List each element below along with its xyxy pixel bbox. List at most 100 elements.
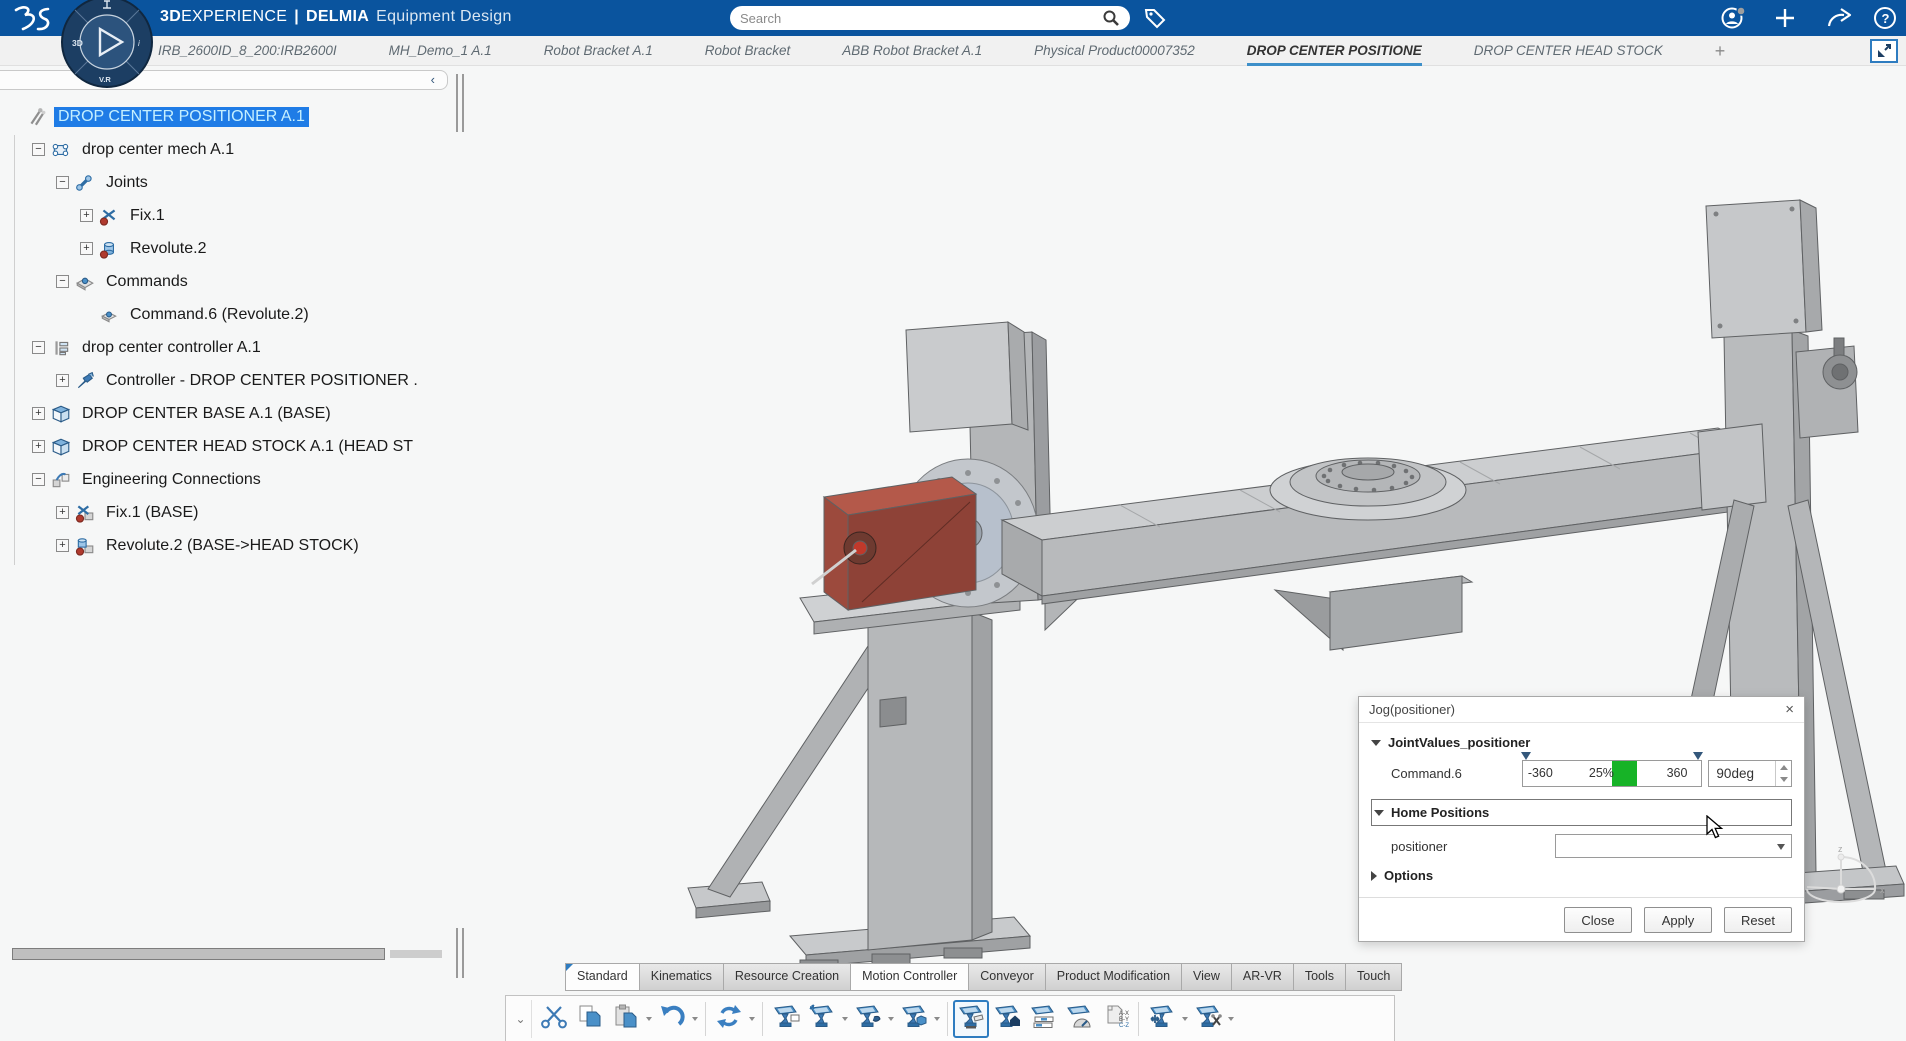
travel-limits-button[interactable] xyxy=(1025,1000,1061,1038)
tree-node-label[interactable]: Revolute.2 (BASE->HEAD STOCK) xyxy=(102,536,363,556)
expand-node-icon[interactable]: + xyxy=(80,242,93,255)
document-tab-2[interactable]: MH_Demo_1 A.1 xyxy=(389,36,492,66)
dropdown-arrow-icon[interactable] xyxy=(840,1000,850,1038)
tools-root-icon[interactable] xyxy=(27,107,47,127)
command-icon[interactable] xyxy=(99,305,119,325)
tree-node-label[interactable]: Joints xyxy=(102,173,152,193)
commands-icon[interactable] xyxy=(75,272,95,292)
cut-button[interactable] xyxy=(536,1000,572,1038)
mechanism-manager-button[interactable] xyxy=(768,1000,804,1038)
document-tab-5[interactable]: ABB Robot Bracket A.1 xyxy=(842,36,982,66)
workbench-tab-ar-vr[interactable]: AR-VR xyxy=(1231,963,1293,991)
expand-node-icon[interactable]: + xyxy=(32,440,45,453)
dropdown-arrow-icon[interactable] xyxy=(747,1000,757,1038)
dropdown-arrow-icon[interactable] xyxy=(1180,1000,1190,1038)
user-profile-button[interactable] xyxy=(1718,4,1748,32)
slider-handle[interactable] xyxy=(1612,761,1637,786)
document-tab-8[interactable]: DROP CENTER HEAD STOCK xyxy=(1474,36,1663,66)
expand-node-icon[interactable]: + xyxy=(32,407,45,420)
collapse-node-icon[interactable]: − xyxy=(56,176,69,189)
controller-icon[interactable] xyxy=(51,338,71,358)
apply-button[interactable]: Apply xyxy=(1644,907,1712,933)
tree-node-label[interactable]: Command.6 (Revolute.2) xyxy=(126,305,313,325)
tree-node-label[interactable]: Controller - DROP CENTER POSITIONER . xyxy=(102,371,422,391)
product-cube-icon[interactable] xyxy=(51,437,71,457)
revolute-connection-icon[interactable] xyxy=(75,536,95,556)
tree-node-label[interactable]: DROP CENTER BASE A.1 (BASE) xyxy=(78,404,335,424)
workbench-tab-kinematics[interactable]: Kinematics xyxy=(639,963,723,991)
expand-node-icon[interactable]: + xyxy=(56,506,69,519)
3dexperience-compass[interactable]: 3D V.R i xyxy=(60,0,154,89)
toolbar-collapse-button[interactable]: ⌄ xyxy=(510,1000,532,1038)
panel-splitter-bottom[interactable] xyxy=(456,928,466,978)
collapse-node-icon[interactable]: − xyxy=(56,275,69,288)
tree-node-label[interactable]: drop center controller A.1 xyxy=(78,338,265,358)
tree-node-label[interactable]: DROP CENTER HEAD STOCK A.1 (HEAD ST xyxy=(78,437,417,457)
tree-node-label[interactable]: Fix.1 xyxy=(126,206,169,226)
paste-button[interactable] xyxy=(608,1000,644,1038)
update-button[interactable] xyxy=(711,1000,747,1038)
tree-node-label[interactable]: drop center mech A.1 xyxy=(78,140,238,160)
dialog-close-button[interactable]: × xyxy=(1785,702,1794,717)
spinner-down-button[interactable] xyxy=(1776,774,1791,787)
tag-icon[interactable] xyxy=(1142,5,1168,31)
home-position-dropdown[interactable] xyxy=(1555,834,1792,858)
collapse-node-icon[interactable]: − xyxy=(32,143,45,156)
axis-values-button[interactable]: A-XB-YC-Z xyxy=(1097,1000,1133,1038)
robot-move-button[interactable] xyxy=(1144,1000,1180,1038)
dropdown-arrow-icon[interactable] xyxy=(644,1000,654,1038)
workbench-tab-product-modification[interactable]: Product Modification xyxy=(1045,963,1181,991)
compass-vr-quadrant[interactable]: V.R xyxy=(99,75,111,84)
collapse-node-icon[interactable]: − xyxy=(32,341,45,354)
robot-home-button[interactable] xyxy=(989,1000,1025,1038)
expand-node-icon[interactable]: + xyxy=(56,374,69,387)
expand-node-icon[interactable]: + xyxy=(80,209,93,222)
tree-node-label[interactable]: DROP CENTER POSITIONER A.1 xyxy=(54,107,309,127)
document-tab-6[interactable]: Physical Product00007352 xyxy=(1034,36,1195,66)
new-mechanism-button[interactable] xyxy=(804,1000,840,1038)
workbench-tab-standard[interactable]: Standard xyxy=(565,963,639,991)
workbench-tab-motion-controller[interactable]: Motion Controller xyxy=(850,963,968,991)
robot-cube-button[interactable] xyxy=(896,1000,932,1038)
revolute-joint-icon[interactable] xyxy=(99,239,119,259)
collapse-node-icon[interactable]: − xyxy=(32,473,45,486)
fix-connection-icon[interactable] xyxy=(75,503,95,523)
add-content-button[interactable] xyxy=(1770,4,1800,32)
tree-node-label[interactable]: Revolute.2 xyxy=(126,239,211,259)
fix-joint-icon[interactable] xyxy=(99,206,119,226)
search-icon[interactable] xyxy=(1102,9,1120,27)
workbench-tab-view[interactable]: View xyxy=(1181,963,1231,991)
undo-button[interactable] xyxy=(654,1000,690,1038)
share-button[interactable] xyxy=(1824,4,1854,32)
workbench-tab-touch[interactable]: Touch xyxy=(1345,963,1402,991)
tree-horizontal-scrollbar[interactable] xyxy=(8,946,448,962)
connections-icon[interactable] xyxy=(51,470,71,490)
dropdown-arrow-icon[interactable] xyxy=(932,1000,942,1038)
document-tab-4[interactable]: Robot Bracket xyxy=(705,36,791,66)
expand-node-icon[interactable]: + xyxy=(56,539,69,552)
dropdown-arrow-icon[interactable] xyxy=(1226,1000,1236,1038)
scrollbar-thumb[interactable] xyxy=(12,948,385,960)
joints-icon[interactable] xyxy=(75,173,95,193)
help-button[interactable]: ? xyxy=(1870,4,1900,32)
mechanism-icon[interactable] xyxy=(51,140,71,160)
product-cube-icon[interactable] xyxy=(51,404,71,424)
joint-values-section-header[interactable]: JointValues_positioner xyxy=(1371,735,1792,750)
dialog-title-bar[interactable]: Jog(positioner) × xyxy=(1359,697,1804,723)
collapse-panel-icon[interactable]: ‹ xyxy=(431,72,435,87)
jog-mechanism-button[interactable] xyxy=(953,1000,989,1038)
robot-tools-button[interactable] xyxy=(1190,1000,1226,1038)
restore-layout-button[interactable] xyxy=(1870,39,1898,63)
new-tab-button[interactable]: + xyxy=(1715,36,1726,66)
dropdown-arrow-icon[interactable] xyxy=(886,1000,896,1038)
search-input[interactable] xyxy=(740,11,1102,26)
tree-node-label[interactable]: Fix.1 (BASE) xyxy=(102,503,202,523)
speed-gauge-button[interactable] xyxy=(1061,1000,1097,1038)
workbench-tab-resource-creation[interactable]: Resource Creation xyxy=(723,963,850,991)
copy-button[interactable] xyxy=(572,1000,608,1038)
workbench-tab-conveyor[interactable]: Conveyor xyxy=(968,963,1045,991)
document-tab-7[interactable]: DROP CENTER POSITIONE xyxy=(1247,36,1422,66)
robot-gripper-button[interactable] xyxy=(850,1000,886,1038)
close-button[interactable]: Close xyxy=(1564,907,1632,933)
controller-program-icon[interactable] xyxy=(75,371,95,391)
